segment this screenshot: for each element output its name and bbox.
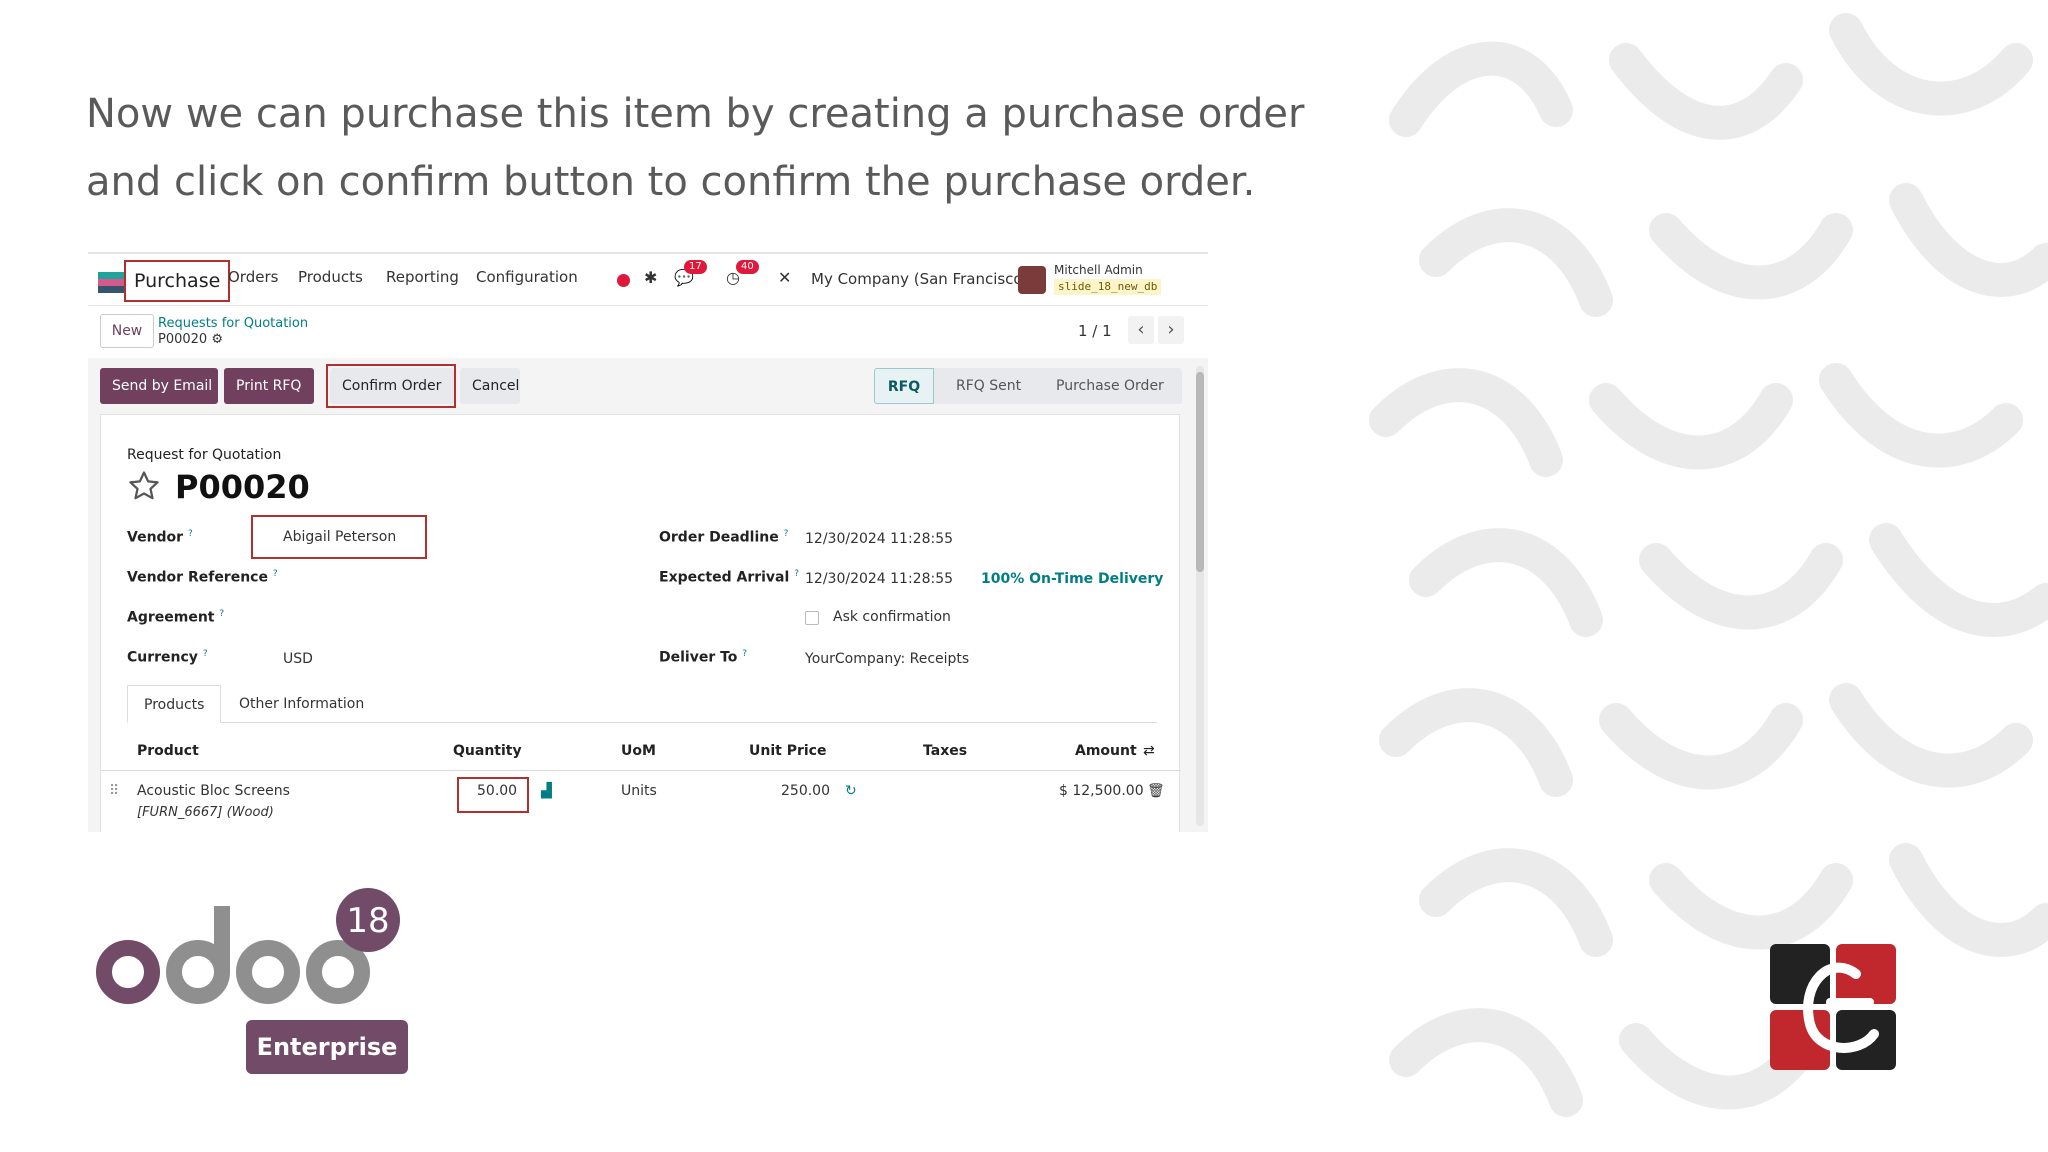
activity-count-badge: 40	[736, 260, 759, 274]
menu-orders[interactable]: Orders	[228, 268, 278, 286]
line-variant: [FURN_6667] (Wood)	[137, 805, 274, 820]
vendor-label: Vendor ?	[127, 529, 193, 546]
line-quantity[interactable]: 50.00	[477, 783, 517, 799]
chat-icon[interactable]: 💬 17	[674, 260, 707, 287]
form-sheet: Request for Quotation P00020 Vendor ? Ab…	[100, 414, 1181, 832]
order-deadline-field[interactable]: 12/30/2024 11:28:55	[805, 531, 953, 547]
deliver-to-label: Deliver To ?	[659, 649, 748, 666]
send-by-email-button[interactable]: Send by Email	[100, 368, 218, 404]
user-name: Mitchell Admin	[1054, 263, 1143, 277]
forecast-chart-icon[interactable]: ▟	[541, 783, 552, 799]
expected-arrival-label: Expected Arrival ?	[659, 569, 799, 586]
vendor-field[interactable]: Abigail Peterson	[283, 529, 396, 545]
app-logo-icon[interactable]	[98, 272, 124, 294]
deliver-to-field[interactable]: YourCompany: Receipts	[805, 651, 969, 667]
pager-next-icon[interactable]: ›	[1158, 316, 1184, 344]
tab-other-information[interactable]: Other Information	[223, 685, 380, 723]
notebook-tabs: Products Other Information	[127, 685, 1157, 723]
expected-arrival-field[interactable]: 12/30/2024 11:28:55	[805, 571, 953, 587]
reset-price-icon[interactable]: ↻	[845, 783, 857, 799]
vendor-reference-label: Vendor Reference ?	[127, 569, 278, 586]
star-icon[interactable]	[127, 469, 161, 503]
activity-clock-icon[interactable]: ◷ 40	[726, 260, 759, 287]
gear-icon[interactable]: ⚙	[211, 332, 223, 347]
control-panel: New Requests for Quotation P00020 ⚙ 1 / …	[88, 306, 1208, 358]
tools-icon[interactable]: ✕	[778, 268, 791, 287]
menu-configuration[interactable]: Configuration	[476, 268, 578, 286]
chat-count-badge: 17	[684, 260, 707, 274]
table-row[interactable]: ⠿ Acoustic Bloc Screens [FURN_6667] (Woo…	[101, 771, 1181, 832]
company-switcher[interactable]: My Company (San Francisco)	[811, 270, 1028, 288]
app-name-purchase[interactable]: Purchase	[124, 260, 231, 302]
page-title: P00020	[175, 468, 310, 506]
menu-products[interactable]: Products	[298, 268, 363, 286]
column-uom[interactable]: UoM	[621, 743, 656, 759]
line-uom[interactable]: Units	[621, 783, 657, 799]
order-deadline-label: Order Deadline ?	[659, 529, 789, 546]
ask-confirmation-label: Ask confirmation	[833, 609, 951, 625]
optional-columns-icon[interactable]: ⇄	[1143, 743, 1155, 759]
currency-field[interactable]: USD	[283, 651, 313, 667]
cancel-button[interactable]: Cancel	[460, 368, 520, 404]
form-scrollbar[interactable]	[1196, 366, 1204, 826]
status-purchase-order[interactable]: Purchase Order	[1056, 368, 1164, 404]
trash-icon[interactable]: 🗑	[1147, 783, 1165, 799]
column-product[interactable]: Product	[137, 743, 199, 759]
line-unit-price[interactable]: 250.00	[781, 783, 830, 799]
recording-indicator-icon[interactable]	[617, 274, 630, 287]
menu-reporting[interactable]: Reporting	[386, 268, 459, 286]
confirm-order-button[interactable]: Confirm Order	[330, 368, 454, 404]
form-subtitle: Request for Quotation	[127, 447, 282, 463]
user-menu[interactable]: Mitchell Admin slide_18_new_db	[1054, 262, 1162, 295]
breadcrumb-parent[interactable]: Requests for Quotation	[158, 316, 308, 331]
status-rfq[interactable]: RFQ	[874, 368, 934, 404]
edition-badge: Enterprise	[246, 1020, 408, 1074]
column-taxes[interactable]: Taxes	[923, 743, 967, 759]
decorative-pattern	[1369, 13, 2048, 1117]
top-navbar: Purchase Orders Products Reporting Confi…	[88, 254, 1208, 306]
column-unit-price[interactable]: Unit Price	[749, 743, 826, 759]
tab-products[interactable]: Products	[127, 685, 222, 723]
breadcrumb-record: P00020 ⚙	[158, 332, 223, 347]
drag-handle-icon[interactable]: ⠿	[109, 783, 119, 799]
pager-value[interactable]: 1 / 1	[1078, 322, 1112, 340]
line-amount: $ 12,500.00	[1059, 783, 1144, 799]
column-amount[interactable]: Amount	[1075, 743, 1137, 759]
line-product[interactable]: Acoustic Bloc Screens	[137, 783, 290, 799]
form-body: Send by Email Print RFQ Confirm Order Ca…	[88, 358, 1208, 832]
status-bar: RFQ RFQ Sent Purchase Order	[874, 368, 1182, 404]
slide-caption: Now we can purchase this item by creatin…	[86, 91, 1305, 205]
status-rfq-sent[interactable]: RFQ Sent	[956, 368, 1021, 404]
new-button[interactable]: New	[100, 314, 154, 348]
agreement-label: Agreement ?	[127, 609, 225, 626]
ask-confirmation-checkbox[interactable]	[805, 611, 819, 625]
user-avatar[interactable]	[1018, 266, 1046, 294]
pager-prev-icon[interactable]: ‹	[1128, 316, 1154, 344]
on-time-delivery-link[interactable]: 100% On-Time Delivery	[981, 571, 1163, 587]
version-badge: 18	[346, 901, 389, 941]
record-name: P00020	[158, 332, 208, 347]
order-lines-header: Product Quantity UoM Unit Price Taxes Am…	[101, 733, 1181, 771]
print-rfq-button[interactable]: Print RFQ	[224, 368, 314, 404]
partner-logo	[1770, 944, 1896, 1070]
currency-label: Currency ?	[127, 649, 208, 666]
odoo-screenshot: Purchase Orders Products Reporting Confi…	[88, 252, 1208, 832]
debug-bug-icon[interactable]: ✱	[644, 268, 657, 287]
column-quantity[interactable]: Quantity	[453, 743, 522, 759]
database-name: slide_18_new_db	[1054, 279, 1162, 295]
